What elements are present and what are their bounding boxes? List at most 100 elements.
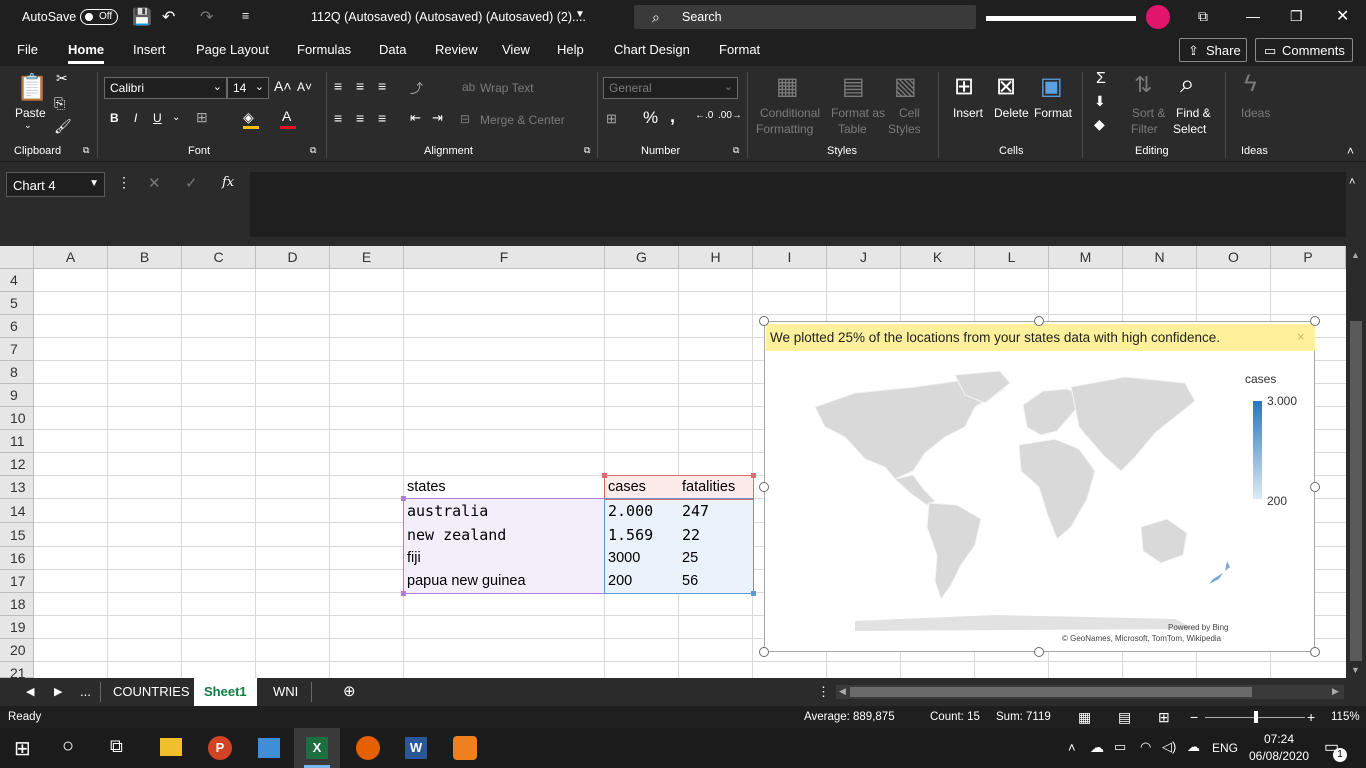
paste-label[interactable]: Paste	[15, 106, 46, 120]
scroll-left-icon[interactable]: ◀	[839, 686, 846, 697]
number-format-combo[interactable]: General ⌄	[603, 77, 738, 99]
column-header[interactable]: G	[605, 246, 679, 269]
tab-page-layout[interactable]: Page Layout	[196, 42, 269, 57]
zoom-out-icon[interactable]: −	[1190, 709, 1198, 725]
resize-handle[interactable]	[1310, 482, 1320, 492]
grow-font-icon[interactable]: A˄	[274, 78, 292, 94]
table-cell[interactable]: australia	[403, 500, 488, 523]
align-right-icon[interactable]: ≡	[378, 110, 386, 126]
table-cell[interactable]: 2.000	[604, 500, 653, 523]
map-chart[interactable]: We plotted 25% of the locations from you…	[764, 321, 1315, 652]
cortana-icon[interactable]: ○	[62, 735, 74, 758]
column-header[interactable]: L	[975, 246, 1049, 269]
column-header[interactable]: D	[256, 246, 330, 269]
undo-icon[interactable]: ↶	[162, 7, 175, 27]
row-header[interactable]: 13	[0, 476, 34, 499]
resize-handle[interactable]	[1310, 647, 1320, 657]
row-header[interactable]: 8	[0, 361, 34, 384]
column-header[interactable]: C	[182, 246, 256, 269]
horizontal-scrollbar[interactable]: ◀ ▶	[836, 685, 1344, 699]
tab-view[interactable]: View	[502, 42, 530, 57]
table-cell[interactable]: 200	[604, 570, 632, 593]
row-header[interactable]: 19	[0, 616, 34, 639]
range-handle[interactable]	[751, 591, 756, 596]
increase-indent-icon[interactable]: ⇥	[432, 110, 443, 126]
sort-filter-label-2[interactable]: Filter	[1131, 122, 1158, 136]
ideas-button[interactable]: Ideas	[1241, 106, 1270, 120]
tab-help[interactable]: Help	[557, 42, 584, 57]
fill-icon[interactable]: ⬇	[1094, 93, 1106, 110]
resize-handle[interactable]	[1034, 316, 1044, 326]
autosave-toggle[interactable]: Off	[80, 9, 118, 25]
powerpoint-icon[interactable]: P	[208, 736, 232, 760]
worksheet-grid[interactable]: A B C D E F G H I J K L M N O P 4 5 6 7 …	[0, 246, 1346, 678]
customize-qat-icon[interactable]: ≡	[242, 9, 249, 23]
more-sheets-button[interactable]: ...	[80, 684, 91, 699]
show-hidden-icons[interactable]: ˄	[1068, 740, 1076, 755]
excel-icon[interactable]: X	[306, 737, 328, 759]
range-handle[interactable]	[751, 473, 756, 478]
page-break-view-icon[interactable]: ⊞	[1158, 709, 1170, 726]
table-cell[interactable]: 22	[678, 524, 700, 547]
resize-handle[interactable]	[759, 647, 769, 657]
onedrive-icon[interactable]: ☁	[1187, 739, 1200, 755]
row-header[interactable]: 21	[0, 662, 34, 678]
row-header[interactable]: 4	[0, 269, 34, 292]
resize-handle[interactable]	[759, 482, 769, 492]
font-size-combo[interactable]: 14 ⌄	[227, 77, 269, 99]
number-launcher-icon[interactable]: ⧉	[733, 145, 739, 156]
resize-handle[interactable]	[1310, 316, 1320, 326]
decrease-decimal-icon[interactable]: .00→	[718, 110, 742, 121]
table-cell[interactable]: 3000	[604, 547, 640, 570]
decrease-indent-icon[interactable]: ⇤	[410, 110, 421, 126]
row-header[interactable]: 17	[0, 570, 34, 593]
clock-time[interactable]: 07:24	[1264, 732, 1294, 746]
table-cell[interactable]: 1.569	[604, 524, 653, 547]
tab-file[interactable]: File	[17, 42, 38, 57]
insert-function-button[interactable]: fx	[222, 175, 234, 190]
page-layout-view-icon[interactable]: ▤	[1118, 709, 1131, 726]
align-bottom-icon[interactable]: ≡	[378, 78, 386, 94]
fill-color-icon[interactable]: ◈	[243, 109, 254, 126]
table-cell[interactable]: papua new guinea	[403, 570, 526, 593]
align-center-icon[interactable]: ≡	[356, 110, 364, 126]
comments-button[interactable]: ▭ Comments	[1255, 38, 1353, 62]
cancel-icon[interactable]: ✕	[148, 174, 161, 192]
format-as-table-label-2[interactable]: Table	[838, 122, 867, 136]
conditional-formatting-label-2[interactable]: Formatting	[756, 122, 813, 136]
merge-center-button[interactable]: Merge & Center	[480, 113, 565, 127]
table-cell[interactable]: 247	[678, 500, 709, 523]
expand-formula-icon[interactable]: ˄	[1349, 176, 1355, 188]
paste-dropdown-icon[interactable]: ⌄	[24, 120, 32, 131]
sheet-tab-wni[interactable]: WNI	[273, 684, 298, 699]
accounting-icon[interactable]: ⊞	[606, 111, 617, 127]
column-header[interactable]: E	[330, 246, 404, 269]
title-dropdown-icon[interactable]: ▼	[575, 9, 585, 20]
pdf-app-icon[interactable]	[453, 736, 477, 760]
wrap-text-button[interactable]: Wrap Text	[480, 81, 534, 95]
prev-sheet-icon[interactable]: ◀	[26, 685, 34, 698]
row-header[interactable]: 11	[0, 430, 34, 453]
comma-button[interactable]: ,	[670, 106, 675, 127]
collapse-ribbon-icon[interactable]: ˄	[1347, 144, 1354, 158]
delete-cells-button[interactable]: Delete	[994, 106, 1029, 120]
wifi-icon[interactable]: ◠	[1140, 739, 1151, 755]
column-header[interactable]: J	[827, 246, 901, 269]
percent-button[interactable]: %	[643, 108, 658, 128]
search-box[interactable]: ⌕ Search	[634, 5, 976, 29]
next-sheet-icon[interactable]: ▶	[54, 685, 62, 698]
shrink-font-icon[interactable]: A˅	[297, 80, 312, 94]
align-middle-icon[interactable]: ≡	[356, 78, 364, 94]
close-icon[interactable]: ✕	[1336, 6, 1349, 26]
tab-split-icon[interactable]: ⋮	[817, 684, 830, 700]
resize-handle[interactable]	[759, 316, 769, 326]
autosum-icon[interactable]: Σ	[1096, 70, 1106, 88]
table-header[interactable]: fatalities	[678, 476, 735, 499]
avatar[interactable]	[1146, 5, 1170, 29]
scroll-thumb[interactable]	[850, 687, 1252, 697]
align-top-icon[interactable]: ≡	[334, 78, 342, 94]
task-view-icon[interactable]: ⧉	[110, 736, 123, 757]
column-header[interactable]: B	[108, 246, 182, 269]
resize-handle[interactable]	[1034, 647, 1044, 657]
row-header[interactable]: 16	[0, 547, 34, 570]
